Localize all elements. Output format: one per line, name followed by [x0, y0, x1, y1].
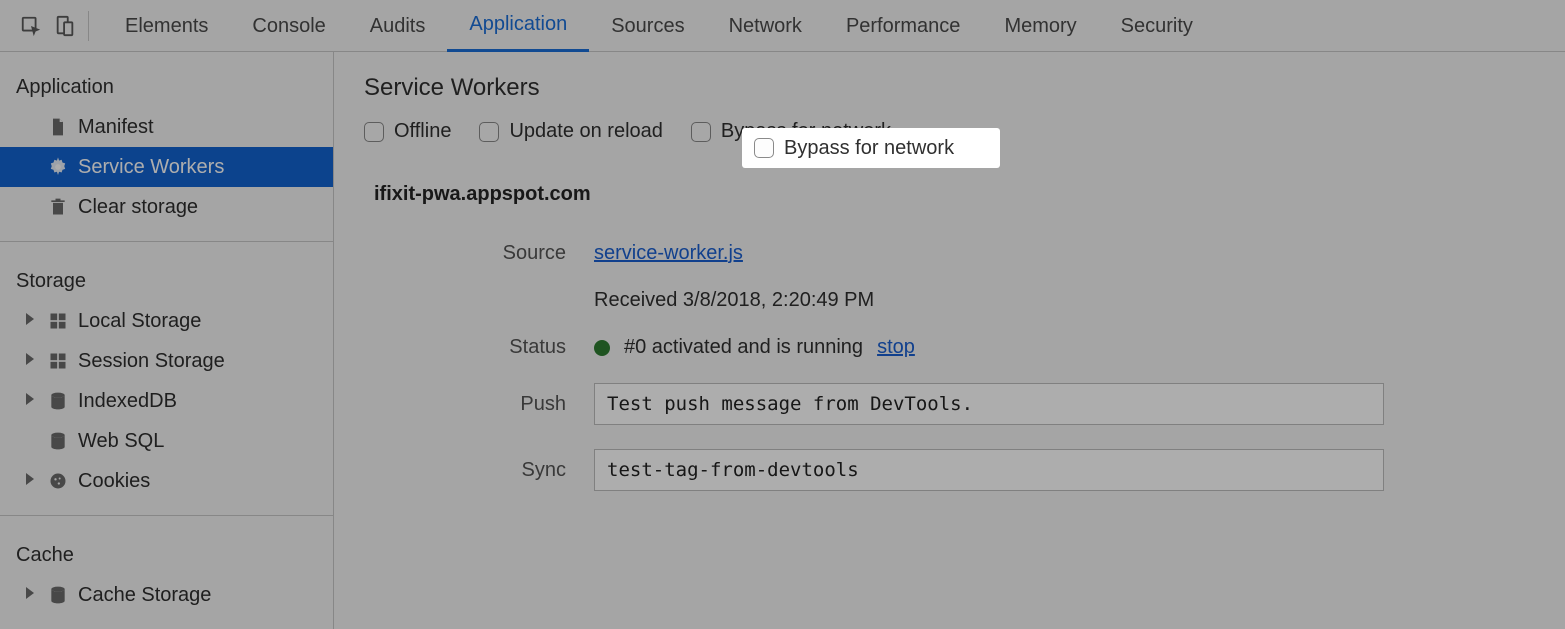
sidebar-section-cache: Cache — [0, 530, 333, 575]
status-text: #0 activated and is running — [624, 336, 863, 359]
devtools-tabbar: Elements Console Audits Application Sour… — [0, 0, 1565, 52]
file-icon — [48, 117, 68, 137]
stop-link[interactable]: stop — [877, 336, 915, 359]
grid-icon — [48, 311, 68, 331]
update-on-reload-checkbox-input[interactable] — [479, 122, 499, 142]
sidebar-item-web-sql[interactable]: Web SQL — [0, 421, 333, 461]
gear-icon — [48, 157, 68, 177]
divider — [0, 241, 333, 242]
source-label: Source — [374, 242, 594, 265]
database-icon — [48, 391, 68, 411]
bypass-for-network-checkbox-input[interactable] — [691, 122, 711, 142]
status-label: Status — [374, 336, 594, 359]
tab-performance[interactable]: Performance — [824, 0, 983, 52]
checkbox-label: Update on reload — [509, 120, 662, 143]
update-on-reload-checkbox[interactable]: Update on reload — [479, 120, 662, 143]
sidebar-item-label: Manifest — [78, 116, 154, 139]
push-input[interactable] — [594, 383, 1384, 425]
bypass-for-network-highlight[interactable]: Bypass for network — [742, 128, 1000, 168]
source-link[interactable]: service-worker.js — [594, 242, 743, 265]
cookie-icon — [48, 471, 68, 491]
tab-memory[interactable]: Memory — [982, 0, 1098, 52]
chevron-right-icon[interactable] — [26, 587, 34, 599]
divider — [0, 515, 333, 516]
tab-sources[interactable]: Sources — [589, 0, 706, 52]
push-label: Push — [374, 393, 594, 416]
sidebar-item-label: Local Storage — [78, 310, 201, 333]
sidebar-item-indexeddb[interactable]: IndexedDB — [0, 381, 333, 421]
tab-elements[interactable]: Elements — [103, 0, 230, 52]
sidebar-section-application: Application — [0, 62, 333, 107]
offline-checkbox-input[interactable] — [364, 122, 384, 142]
device-toolbar-icon[interactable] — [48, 9, 82, 43]
grid-icon — [48, 351, 68, 371]
inspect-element-icon[interactable] — [14, 9, 48, 43]
sidebar-item-label: Service Workers — [78, 156, 224, 179]
received-text: Received 3/8/2018, 2:20:49 PM — [594, 289, 1565, 312]
tab-audits[interactable]: Audits — [348, 0, 448, 52]
checkbox-label: Offline — [394, 120, 451, 143]
offline-checkbox[interactable]: Offline — [364, 120, 451, 143]
database-icon — [48, 585, 68, 605]
service-worker-origin: ifixit-pwa.appspot.com — [374, 183, 1535, 206]
panel-title: Service Workers — [364, 74, 1535, 102]
checkbox-label: Bypass for network — [784, 137, 954, 160]
sidebar-item-label: IndexedDB — [78, 390, 177, 413]
sidebar-item-cookies[interactable]: Cookies — [0, 461, 333, 501]
tab-application[interactable]: Application — [447, 0, 589, 52]
tab-network[interactable]: Network — [707, 0, 824, 52]
sidebar-section-storage: Storage — [0, 256, 333, 301]
sidebar-item-clear-storage[interactable]: Clear storage — [0, 187, 333, 227]
trash-icon — [48, 197, 68, 217]
sidebar-item-label: Web SQL — [78, 430, 164, 453]
sidebar-item-local-storage[interactable]: Local Storage — [0, 301, 333, 341]
chevron-right-icon[interactable] — [26, 393, 34, 405]
sync-input[interactable] — [594, 449, 1384, 491]
sidebar-item-session-storage[interactable]: Session Storage — [0, 341, 333, 381]
sidebar-item-label: Cache Storage — [78, 584, 211, 607]
sidebar-item-service-workers[interactable]: Service Workers — [0, 147, 333, 187]
application-sidebar: Application Manifest Service Workers Cle… — [0, 52, 334, 629]
chevron-right-icon[interactable] — [26, 313, 34, 325]
sidebar-item-label: Clear storage — [78, 196, 198, 219]
sidebar-item-manifest[interactable]: Manifest — [0, 107, 333, 147]
tab-security[interactable]: Security — [1099, 0, 1215, 52]
divider — [88, 11, 89, 41]
chevron-right-icon[interactable] — [26, 353, 34, 365]
database-icon — [48, 431, 68, 451]
status-running-icon — [594, 340, 610, 356]
bypass-for-network-checkbox-input[interactable] — [754, 138, 774, 158]
chevron-right-icon[interactable] — [26, 473, 34, 485]
sidebar-item-label: Session Storage — [78, 350, 225, 373]
tab-console[interactable]: Console — [230, 0, 347, 52]
sidebar-item-label: Cookies — [78, 470, 150, 493]
sync-label: Sync — [374, 459, 594, 482]
sidebar-item-cache-storage[interactable]: Cache Storage — [0, 575, 333, 615]
